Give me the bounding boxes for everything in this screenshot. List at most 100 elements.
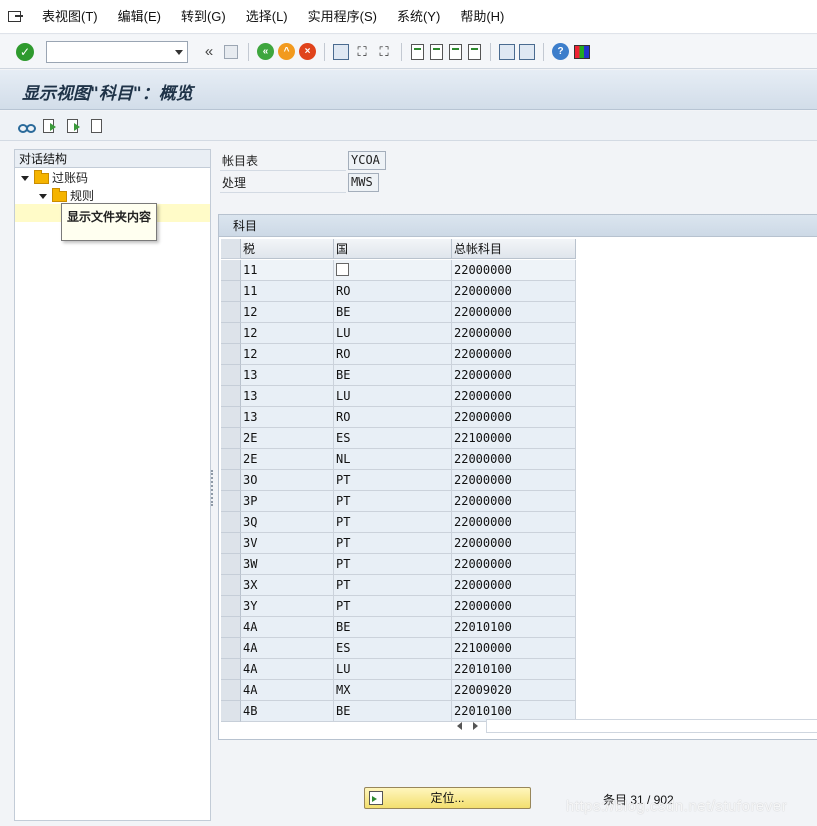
menu-utilities[interactable]: 实用程序(S): [298, 0, 387, 34]
cell-tax[interactable]: 4A: [241, 659, 334, 680]
cell-country[interactable]: LU: [334, 386, 452, 407]
row-selector[interactable]: [221, 575, 241, 596]
cell-tax[interactable]: 12: [241, 302, 334, 323]
cell-country[interactable]: ES: [334, 638, 452, 659]
row-selector[interactable]: [221, 302, 241, 323]
row-selector[interactable]: [221, 386, 241, 407]
cell-tax[interactable]: 3P: [241, 491, 334, 512]
scroll-left-icon[interactable]: [457, 722, 462, 730]
cell-gl-account[interactable]: 22000000: [452, 407, 576, 428]
cell-tax[interactable]: 4A: [241, 680, 334, 701]
row-selector[interactable]: [221, 323, 241, 344]
cell-gl-account[interactable]: 22000000: [452, 323, 576, 344]
row-selector[interactable]: [221, 260, 241, 281]
row-selector[interactable]: [221, 638, 241, 659]
row-selector[interactable]: [221, 344, 241, 365]
cell-tax[interactable]: 11: [241, 260, 334, 281]
row-selector[interactable]: [221, 680, 241, 701]
panel-splitter[interactable]: [211, 470, 215, 506]
cell-country[interactable]: BE: [334, 617, 452, 638]
menu-system[interactable]: 系统(Y): [387, 0, 450, 34]
help-icon[interactable]: ?: [552, 43, 569, 60]
menu-table-view[interactable]: 表视图(T): [32, 0, 108, 34]
column-header-gl-account[interactable]: 总帐科目: [452, 239, 576, 259]
row-selector[interactable]: [221, 281, 241, 302]
next-page-icon[interactable]: [449, 43, 462, 60]
last-page-icon[interactable]: [468, 43, 481, 60]
cell-country[interactable]: BE: [334, 365, 452, 386]
cell-country[interactable]: RO: [334, 281, 452, 302]
row-selector[interactable]: [221, 554, 241, 575]
scroll-right-icon[interactable]: [473, 722, 478, 730]
deselect-all-icon[interactable]: [90, 118, 106, 134]
cell-country[interactable]: RO: [334, 344, 452, 365]
row-selector[interactable]: [221, 407, 241, 428]
cell-tax[interactable]: 2E: [241, 428, 334, 449]
row-selector[interactable]: [221, 596, 241, 617]
cell-tax[interactable]: 4A: [241, 638, 334, 659]
cell-gl-account[interactable]: 22000000: [452, 386, 576, 407]
row-selector[interactable]: [221, 533, 241, 554]
cell-gl-account[interactable]: 22000000: [452, 554, 576, 575]
cell-country[interactable]: LU: [334, 323, 452, 344]
previous-page-icon[interactable]: [430, 43, 443, 60]
cell-gl-account[interactable]: 22000000: [452, 281, 576, 302]
cell-country[interactable]: PT: [334, 596, 452, 617]
cell-tax[interactable]: 3Y: [241, 596, 334, 617]
cell-gl-account[interactable]: 22000000: [452, 365, 576, 386]
enter-check-icon[interactable]: ✓: [16, 42, 34, 61]
cell-country[interactable]: PT: [334, 533, 452, 554]
horizontal-scrollbar[interactable]: [451, 719, 817, 733]
cell-tax[interactable]: 12: [241, 344, 334, 365]
cell-gl-account[interactable]: 22000000: [452, 491, 576, 512]
row-selector[interactable]: [221, 701, 241, 722]
cell-gl-account[interactable]: 22100000: [452, 638, 576, 659]
cell-tax[interactable]: 13: [241, 407, 334, 428]
select-all-icon[interactable]: [42, 118, 58, 134]
cell-gl-account[interactable]: 22100000: [452, 428, 576, 449]
cell-country[interactable]: [334, 260, 452, 281]
menu-goto[interactable]: 转到(G): [171, 0, 236, 34]
cell-gl-account[interactable]: 22000000: [452, 575, 576, 596]
select-all-cell[interactable]: [221, 239, 241, 259]
value-help-icon[interactable]: [336, 263, 349, 276]
print-icon[interactable]: [333, 43, 349, 60]
cell-gl-account[interactable]: 22010100: [452, 659, 576, 680]
select-block-icon[interactable]: [66, 118, 82, 134]
chevron-down-icon[interactable]: [175, 49, 183, 55]
cell-country[interactable]: PT: [334, 491, 452, 512]
first-page-icon[interactable]: [411, 43, 424, 60]
cell-country[interactable]: ES: [334, 428, 452, 449]
cell-tax[interactable]: 12: [241, 323, 334, 344]
row-selector[interactable]: [221, 491, 241, 512]
save-icon[interactable]: [224, 44, 238, 59]
command-field[interactable]: [46, 40, 188, 63]
cell-tax[interactable]: 11: [241, 281, 334, 302]
tree-node-posting-keys[interactable]: 过账码: [21, 169, 88, 187]
cell-tax[interactable]: 3X: [241, 575, 334, 596]
find-icon[interactable]: ⛶: [353, 43, 371, 61]
exit-icon[interactable]: ^: [278, 43, 295, 60]
cell-tax[interactable]: 13: [241, 386, 334, 407]
cell-gl-account[interactable]: 22000000: [452, 302, 576, 323]
menu-exit-icon[interactable]: [6, 7, 28, 27]
row-selector[interactable]: [221, 428, 241, 449]
find-next-icon[interactable]: ⛶: [375, 43, 393, 61]
cell-country[interactable]: PT: [334, 512, 452, 533]
cell-gl-account[interactable]: 22009020: [452, 680, 576, 701]
cell-gl-account[interactable]: 22000000: [452, 344, 576, 365]
row-selector[interactable]: [221, 512, 241, 533]
column-header-country[interactable]: 国: [334, 239, 452, 259]
display-change-icon[interactable]: [18, 118, 36, 134]
cell-country[interactable]: PT: [334, 470, 452, 491]
row-selector[interactable]: [221, 470, 241, 491]
row-selector[interactable]: [221, 365, 241, 386]
back-icon[interactable]: «: [257, 43, 274, 60]
cell-gl-account[interactable]: 22000000: [452, 533, 576, 554]
collapse-command-icon[interactable]: «: [200, 43, 218, 61]
cell-country[interactable]: NL: [334, 449, 452, 470]
row-selector[interactable]: [221, 659, 241, 680]
cell-country[interactable]: PT: [334, 554, 452, 575]
expand-triangle-icon[interactable]: [39, 193, 47, 199]
cell-country[interactable]: PT: [334, 575, 452, 596]
